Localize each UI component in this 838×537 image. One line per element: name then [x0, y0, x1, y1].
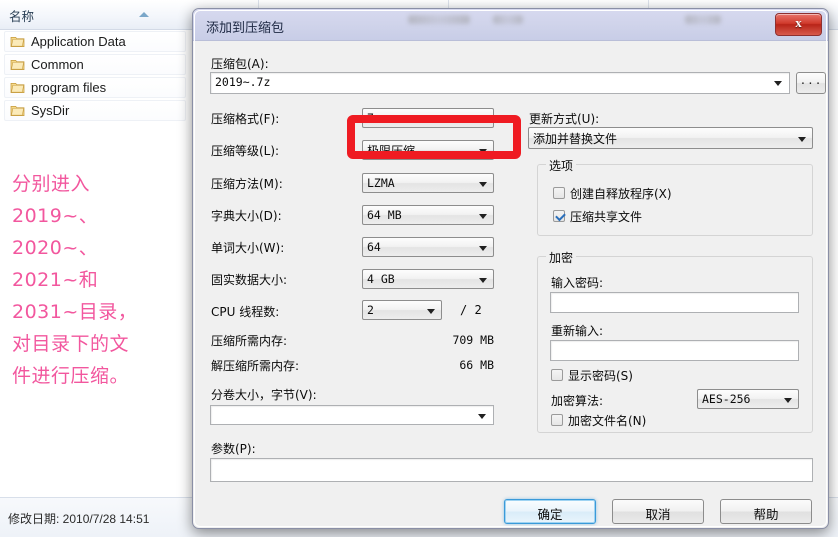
modified-date-text: 修改日期: 2010/7/28 14:51 — [8, 512, 150, 526]
encryption-group-title: 加密 — [546, 249, 577, 266]
memory-compress-label: 压缩所需内存: — [211, 334, 288, 348]
split-size-label: 分卷大小，字节(V): — [211, 388, 317, 402]
solid-block-value: 4 GB — [367, 272, 395, 286]
dialog-body: 压缩包(A): 2019~.7z ... 压缩格式(F): 7z 压缩等级(L)… — [196, 41, 826, 525]
word-size-select[interactable]: 64 — [362, 237, 494, 257]
archive-label: 压缩包(A): — [211, 57, 269, 71]
archive-name-value: 2019~.7z — [215, 75, 271, 89]
chevron-down-icon — [479, 278, 487, 283]
method-value: LZMA — [367, 176, 395, 190]
chevron-down-icon — [479, 214, 487, 219]
password-confirm-label: 重新输入: — [551, 324, 604, 338]
password-input[interactable] — [550, 292, 799, 313]
chevron-down-icon — [427, 309, 435, 314]
update-mode-label: 更新方式(U): — [529, 112, 600, 126]
background-ghost-text — [493, 15, 523, 24]
parameters-label: 参数(P): — [211, 442, 256, 456]
folder-icon — [10, 59, 25, 70]
encrypt-filenames-label: 加密文件名(N) — [568, 414, 647, 428]
list-item[interactable]: Common — [4, 54, 186, 75]
format-value: 7z — [367, 111, 381, 125]
dictionary-size-value: 64 MB — [367, 208, 402, 222]
list-item-label: program files — [31, 80, 107, 95]
list-item[interactable]: Application Data — [4, 31, 186, 52]
file-list: Application Data Common program files Sy… — [0, 31, 190, 123]
checkbox-box — [551, 369, 563, 381]
compress-shared-label: 压缩共享文件 — [570, 210, 643, 224]
folder-icon — [10, 105, 25, 116]
update-mode-value: 添加并替换文件 — [533, 132, 618, 146]
help-label: 帮助 — [753, 507, 779, 522]
encryption-algorithm-label: 加密算法: — [551, 394, 604, 408]
encryption-algorithm-select[interactable]: AES-256 — [697, 389, 799, 409]
dialog-titlebar[interactable]: 添加到压缩包 x — [193, 9, 828, 41]
solid-block-select[interactable]: 4 GB — [362, 269, 494, 289]
memory-decompress-value: 66 MB — [459, 358, 494, 372]
password-label: 输入密码: — [551, 276, 604, 290]
sort-ascending-icon — [139, 12, 149, 17]
ok-label: 确定 — [537, 507, 563, 522]
compression-level-select[interactable]: 极限压缩 — [362, 140, 494, 160]
memory-decompress-label: 解压缩所需内存: — [211, 359, 300, 373]
background-ghost-text — [408, 15, 470, 24]
browse-button[interactable]: ... — [796, 72, 826, 94]
add-to-archive-dialog: 添加到压缩包 x 压缩包(A): 2019~.7z ... 压缩格式(F): 7… — [192, 8, 829, 529]
memory-compress-value: 709 MB — [452, 333, 494, 347]
list-item-label: Application Data — [31, 34, 126, 49]
background-ghost-text — [685, 15, 721, 24]
options-group-title: 选项 — [546, 157, 577, 174]
list-item-label: SysDir — [31, 103, 70, 118]
cpu-threads-total: / 2 — [460, 303, 482, 317]
cancel-button[interactable]: 取消 — [612, 499, 704, 524]
checkbox-box — [553, 210, 566, 222]
cpu-threads-value: 2 — [367, 303, 374, 317]
show-password-label: 显示密码(S) — [568, 369, 633, 383]
folder-icon — [10, 82, 25, 93]
create-sfx-label: 创建自释放程序(X) — [570, 187, 672, 201]
help-button[interactable]: 帮助 — [720, 499, 812, 524]
dictionary-size-select[interactable]: 64 MB — [362, 205, 494, 225]
format-label: 压缩格式(F): — [211, 112, 280, 126]
chevron-down-icon — [784, 398, 792, 403]
folder-icon — [10, 36, 25, 47]
chevron-down-icon — [479, 246, 487, 251]
cancel-label: 取消 — [645, 507, 671, 522]
checkbox-box — [551, 414, 563, 426]
column-header-name[interactable]: 名称 — [9, 6, 34, 25]
chevron-down-icon — [479, 117, 487, 122]
close-icon: x — [795, 15, 802, 30]
list-item[interactable]: program files — [4, 77, 186, 98]
dictionary-size-label: 字典大小(D): — [211, 209, 282, 223]
chevron-down-icon[interactable] — [774, 81, 782, 86]
ok-button[interactable]: 确定 — [504, 499, 596, 524]
archive-name-input[interactable]: 2019~.7z — [210, 72, 790, 94]
chevron-down-icon[interactable] — [478, 414, 486, 419]
format-select[interactable]: 7z — [362, 108, 494, 128]
cpu-threads-label: CPU 线程数: — [211, 305, 280, 319]
cpu-threads-select[interactable]: 2 — [362, 300, 442, 320]
check-icon — [555, 210, 566, 222]
word-size-value: 64 — [367, 240, 381, 254]
instruction-annotation: 分别进入 2019~、 2020~、 2021~和 2031~目录， 对目录下的… — [12, 173, 138, 387]
parameters-input[interactable] — [210, 458, 813, 482]
checkbox-box — [553, 187, 565, 199]
list-item-label: Common — [31, 57, 84, 72]
encryption-algorithm-value: AES-256 — [702, 392, 751, 406]
update-mode-select[interactable]: 添加并替换文件 — [528, 127, 813, 149]
chevron-down-icon — [479, 149, 487, 154]
compression-level-value: 极限压缩 — [367, 144, 416, 158]
chevron-down-icon — [479, 182, 487, 187]
password-confirm-input[interactable] — [550, 340, 799, 361]
word-size-label: 单词大小(W): — [211, 241, 285, 255]
method-select[interactable]: LZMA — [362, 173, 494, 193]
solid-block-label: 固实数据大小: — [211, 273, 288, 287]
list-item[interactable]: SysDir — [4, 100, 186, 121]
close-button[interactable]: x — [775, 13, 822, 36]
level-label: 压缩等级(L): — [211, 144, 280, 158]
split-size-input[interactable] — [210, 405, 494, 425]
method-label: 压缩方法(M): — [211, 177, 283, 191]
chevron-down-icon — [798, 137, 806, 142]
dialog-title: 添加到压缩包 — [206, 21, 285, 36]
browse-label: ... — [799, 74, 823, 87]
